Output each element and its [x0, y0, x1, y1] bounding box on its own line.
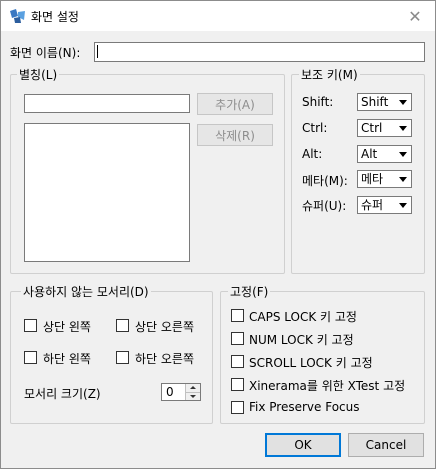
window-title: 화면 설정 — [31, 10, 79, 24]
shift-label: Shift: — [302, 95, 334, 109]
bottom-right-corner-label: 하단 오른쪽 — [135, 352, 195, 366]
bottom-right-corner-checkbox[interactable] — [116, 351, 129, 364]
screen-name-label: 화면 이름(N): — [10, 46, 81, 60]
top-right-corner-label: 상단 오른쪽 — [135, 320, 195, 334]
fixes-group-title: 고정(F) — [228, 283, 271, 300]
shift-select-value: Shift — [361, 95, 389, 109]
top-left-corner-checkbox[interactable] — [24, 319, 37, 332]
dead-corners-group-title: 사용하지 않는 모서리(D) — [21, 283, 151, 300]
add-alias-button[interactable]: 추가(A) — [197, 93, 273, 115]
preserve-focus-fix-checkbox[interactable] — [231, 401, 244, 414]
chevron-down-icon — [399, 177, 407, 182]
preserve-focus-fix-label: Fix Preserve Focus — [249, 400, 360, 414]
text-caret — [97, 45, 98, 58]
alias-list[interactable] — [24, 123, 190, 262]
num-lock-fix-label: NUM LOCK 키 고정 — [249, 333, 354, 347]
alias-group-title: 별칭(L) — [17, 66, 60, 83]
scroll-lock-fix-checkbox[interactable] — [231, 355, 244, 368]
meta-select[interactable]: 메타 — [357, 170, 412, 188]
ok-button[interactable]: OK — [265, 433, 341, 457]
xinerama-xtest-fix-label: Xinerama를 위한 XTest 고정 — [249, 379, 406, 393]
super-label: 슈퍼(U): — [302, 199, 347, 213]
bottom-left-corner-label: 하단 왼쪽 — [43, 352, 91, 366]
alt-label: Alt: — [302, 147, 323, 161]
super-select[interactable]: 슈퍼 — [357, 196, 412, 214]
chevron-down-icon — [399, 100, 407, 105]
meta-label: 메타(M): — [302, 174, 348, 188]
alt-select-value: Alt — [361, 147, 378, 161]
shift-select[interactable]: Shift — [357, 93, 412, 111]
scroll-lock-fix-label: SCROLL LOCK 키 고정 — [249, 356, 373, 370]
modifier-keys-group-title: 보조 키(M) — [299, 66, 360, 83]
chevron-down-icon — [399, 203, 407, 208]
alias-input[interactable] — [24, 94, 190, 113]
title-bar: 화면 설정 ✕ — [1, 1, 435, 31]
caps-lock-fix-checkbox[interactable] — [231, 309, 244, 322]
spin-up-icon[interactable] — [185, 384, 200, 392]
screen-settings-dialog: 화면 설정 ✕ 화면 이름(N): 별칭(L) 추가(A) 삭제(R) 보조 키… — [0, 0, 436, 469]
chevron-down-icon — [399, 126, 407, 131]
alt-select[interactable]: Alt — [357, 145, 412, 163]
delete-alias-button[interactable]: 삭제(R) — [197, 124, 273, 146]
top-right-corner-checkbox[interactable] — [116, 319, 129, 332]
num-lock-fix-checkbox[interactable] — [231, 332, 244, 345]
corner-size-label: 모서리 크기(Z) — [24, 387, 101, 401]
close-button[interactable]: ✕ — [395, 1, 435, 31]
close-icon: ✕ — [408, 6, 422, 26]
spin-down-icon[interactable] — [185, 392, 200, 400]
cancel-button[interactable]: Cancel — [348, 433, 424, 457]
ctrl-select-value: Ctrl — [361, 121, 383, 135]
super-select-value: 슈퍼 — [361, 198, 384, 212]
top-left-corner-label: 상단 왼쪽 — [43, 320, 91, 334]
chevron-down-icon — [399, 152, 407, 157]
xinerama-xtest-fix-checkbox[interactable] — [231, 378, 244, 391]
screen-name-input[interactable] — [94, 42, 425, 62]
bottom-left-corner-checkbox[interactable] — [24, 351, 37, 364]
corner-size-value: 0 — [166, 385, 174, 399]
corner-size-spinbox[interactable]: 0 — [161, 383, 201, 401]
app-icon — [10, 9, 25, 23]
meta-select-value: 메타 — [361, 172, 384, 186]
ctrl-select[interactable]: Ctrl — [357, 119, 412, 137]
ctrl-label: Ctrl: — [302, 121, 328, 135]
caps-lock-fix-label: CAPS LOCK 키 고정 — [249, 310, 357, 324]
